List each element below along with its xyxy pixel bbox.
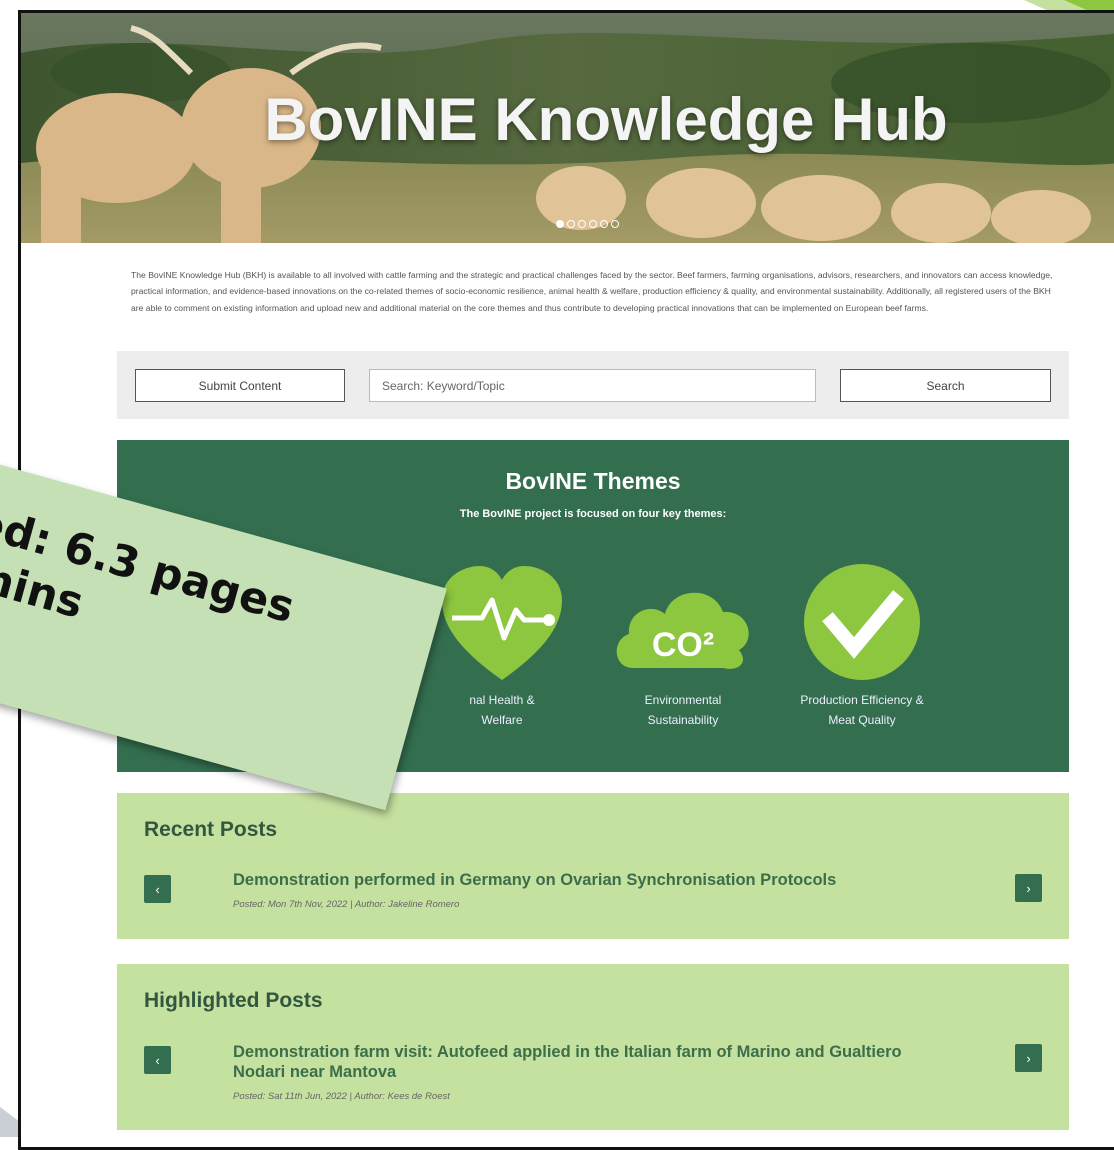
- carousel-dot[interactable]: [589, 220, 597, 228]
- hero-title: BovINE Knowledge Hub: [264, 86, 948, 153]
- search-bar: Submit Content Search: [117, 351, 1069, 419]
- carousel-dot[interactable]: [556, 220, 564, 228]
- intro-text: The BovINE Knowledge Hub (BKH) is availa…: [131, 270, 1053, 313]
- submit-content-button[interactable]: Submit Content: [135, 369, 345, 402]
- checkmark-icon: [804, 564, 920, 680]
- theme-label: Production Efficiency &: [800, 693, 924, 707]
- next-arrow-button[interactable]: ›: [1015, 874, 1042, 902]
- next-arrow-button[interactable]: ›: [1015, 1044, 1042, 1072]
- themes-subtitle: The BovINE project is focused on four ke…: [459, 508, 727, 520]
- theme-label: Environmental: [644, 693, 722, 707]
- carousel-dot[interactable]: [567, 220, 575, 228]
- theme-label: Sustainability: [647, 713, 719, 727]
- post-meta: Posted: Sat 11th Jun, 2022 | Author: Kee…: [233, 1091, 450, 1102]
- theme-label: Meat Quality: [828, 713, 896, 727]
- carousel-dot[interactable]: [611, 220, 619, 228]
- search-button[interactable]: Search: [840, 369, 1051, 402]
- post-meta: Posted: Mon 7th Nov, 2022 | Author: Jake…: [233, 899, 460, 910]
- theme-label: Welfare: [481, 713, 523, 727]
- co2-label: CO²: [652, 626, 714, 664]
- prev-arrow-button[interactable]: ‹: [144, 1046, 171, 1074]
- co2-cloud-icon: CO²: [616, 592, 749, 669]
- section-title: Highlighted Posts: [144, 989, 323, 1012]
- prev-arrow-button[interactable]: ‹: [144, 875, 171, 903]
- post-title-link[interactable]: Demonstration farm visit: Autofeed appli…: [233, 1042, 923, 1082]
- heart-pulse-icon: [442, 566, 562, 680]
- carousel-indicators: [556, 220, 619, 228]
- hero-banner: BovINE Knowledge Hub: [21, 13, 1114, 243]
- carousel-dot[interactable]: [600, 220, 608, 228]
- themes-title: BovINE Themes: [505, 468, 681, 494]
- theme-label: nal Health &: [469, 693, 535, 707]
- search-input[interactable]: [369, 369, 816, 402]
- recent-posts-section: Recent Posts ‹ Demonstration performed i…: [117, 793, 1069, 939]
- section-title: Recent Posts: [144, 818, 278, 841]
- theme-production-efficiency[interactable]: Production Efficiency & Meat Quality: [772, 560, 952, 730]
- highlighted-posts-section: Highlighted Posts ‹ Demonstration farm v…: [117, 964, 1069, 1130]
- theme-environmental[interactable]: CO² Environmental Sustainability: [593, 560, 773, 730]
- carousel-dot[interactable]: [578, 220, 586, 228]
- post-title-link[interactable]: Demonstration performed in Germany on Ov…: [233, 870, 923, 890]
